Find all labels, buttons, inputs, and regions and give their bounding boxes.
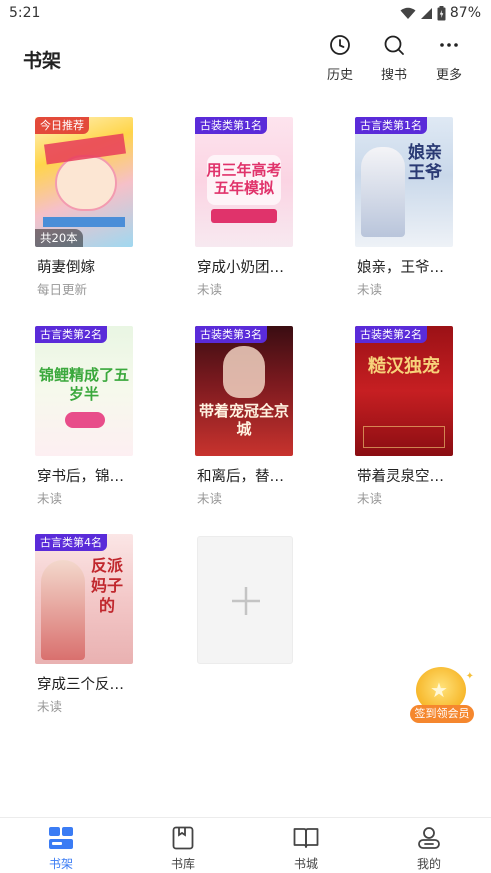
page-title: 书架 (23, 50, 62, 72)
tab-profile[interactable]: 我的 (389, 825, 469, 872)
book-cover[interactable]: 带着宠冠全京城 古装类第3名 (195, 326, 293, 456)
book-cover[interactable]: 今日推荐 共20本 (35, 117, 133, 247)
signal-icon (420, 7, 433, 20)
add-book-button[interactable] (197, 536, 293, 664)
status-bar: 5:21 87% (0, 0, 491, 28)
search-books-label: 搜书 (380, 68, 407, 83)
sparkle-icon: ✦ (465, 671, 474, 682)
tab-label: 书城 (293, 857, 318, 871)
rank-tag: 古装类第3名 (195, 326, 267, 343)
bottom-tab-bar: 书架 书库 书城 我的 (0, 817, 491, 873)
status-time: 5:21 (9, 5, 41, 21)
book-cover[interactable]: 锦鲤精成了五岁半 古言类第2名 (35, 326, 133, 456)
battery-level: 87% (449, 5, 481, 21)
profile-icon (389, 825, 469, 851)
cover-illustration (223, 346, 265, 398)
more-button[interactable]: 更多 (427, 34, 471, 83)
rank-tag: 古言类第4名 (35, 534, 107, 551)
tab-bookstore[interactable]: 书城 (266, 825, 346, 872)
book-icon (143, 825, 223, 851)
more-icon (427, 34, 471, 58)
clock-icon (318, 34, 362, 58)
cover-illustration (41, 560, 85, 660)
book-status: 每日更新 (37, 282, 88, 297)
book-status: 未读 (197, 282, 223, 297)
cover-title: 带着宠冠全京城 (199, 402, 290, 438)
header: 书架 历史 搜书 更多 (0, 28, 491, 90)
vip-badge-label: 签到领会员 (410, 705, 474, 723)
rank-tag: 古言类第1名 (355, 117, 427, 134)
open-book-icon (266, 825, 346, 851)
history-label: 历史 (326, 68, 353, 83)
book-cover[interactable]: 糙汉独宠 古装类第2名 (355, 326, 453, 456)
cover-title: 娘亲王爷 (408, 143, 442, 183)
tab-label: 我的 (416, 857, 441, 871)
cover-title: 反派妈子的 (90, 556, 123, 615)
search-icon (372, 34, 416, 58)
history-button[interactable]: 历史 (318, 34, 362, 83)
search-books-button[interactable]: 搜书 (372, 34, 416, 83)
book-title: 和离后，替… (197, 469, 284, 485)
more-label: 更多 (435, 68, 462, 83)
book-title: 穿成三个反… (37, 677, 124, 693)
status-icons: 87% (400, 5, 481, 21)
book-cover[interactable]: 反派妈子的 古言类第4名 (35, 534, 133, 664)
rank-tag: 今日推荐 (35, 117, 89, 134)
book-status: 未读 (357, 491, 383, 506)
book-title: 萌妻倒嫁 (37, 260, 95, 276)
book-status: 未读 (37, 699, 63, 714)
book-status: 未读 (197, 491, 223, 506)
book-count-badge: 共20本 (35, 229, 83, 247)
book-title: 穿书后，锦… (37, 469, 124, 485)
book-title: 穿成小奶团… (197, 260, 284, 276)
battery-icon (437, 5, 446, 21)
cover-illustration (361, 147, 405, 237)
tab-label: 书库 (170, 857, 195, 871)
cover-illustration (55, 155, 117, 211)
book-status: 未读 (357, 282, 383, 297)
book-status: 未读 (37, 491, 63, 506)
cover-title: 用三年高考五年模拟 (206, 161, 282, 197)
tab-label: 书架 (48, 857, 73, 871)
book-title: 娘亲，王爷… (357, 260, 444, 276)
cover-title: 糙汉独宠 (368, 356, 440, 377)
rank-tag: 古装类第1名 (195, 117, 267, 134)
book-title: 带着灵泉空… (357, 469, 444, 485)
book-cover[interactable]: 娘亲王爷 古言类第1名 (355, 117, 453, 247)
book-cover[interactable]: 用三年高考五年模拟 古装类第1名 (195, 117, 293, 247)
tab-library[interactable]: 书库 (143, 825, 223, 872)
cover-title: 锦鲤精成了五岁半 (39, 366, 130, 403)
rank-tag: 古言类第2名 (35, 326, 107, 343)
tab-bookshelf[interactable]: 书架 (21, 825, 101, 872)
wifi-icon (400, 7, 416, 20)
rank-tag: 古装类第2名 (355, 326, 427, 343)
bookshelf-icon (21, 825, 101, 851)
plus-icon (232, 587, 260, 615)
star-icon: ★ (430, 678, 448, 702)
checkin-vip-badge[interactable]: ★ ✦ 签到领会员 (410, 665, 474, 727)
